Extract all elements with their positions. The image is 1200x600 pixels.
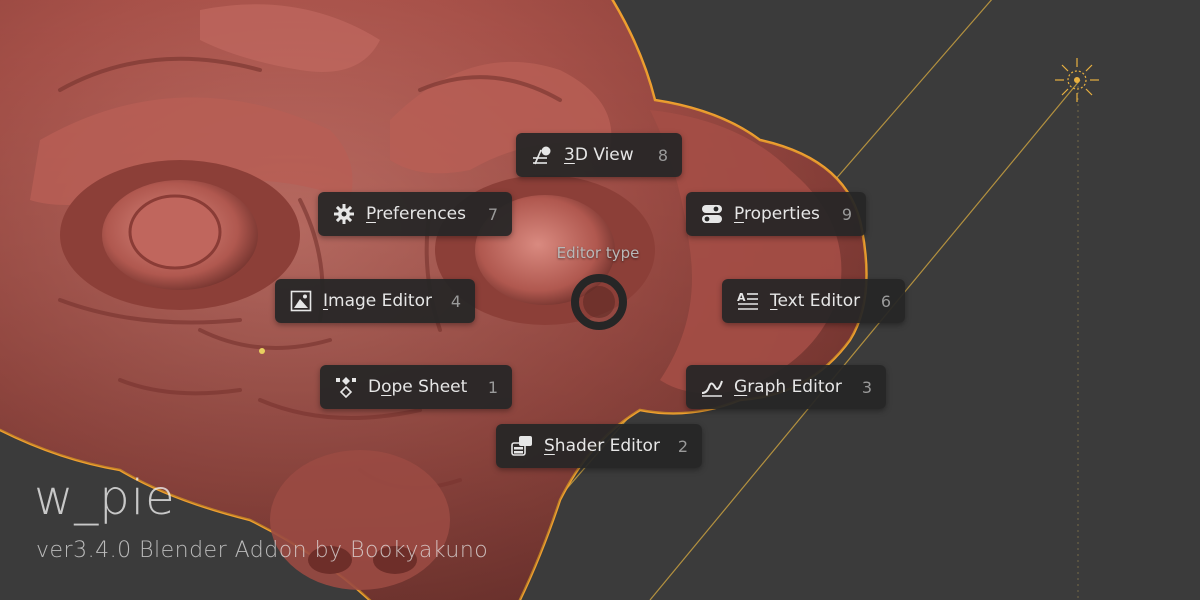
pie-item-3d-view-label: D View — [574, 145, 634, 165]
pie-item-shader-editor-underline: S — [544, 436, 555, 456]
pie-item-dope-sheet-prefix: D — [368, 377, 382, 397]
pie-item-dope-sheet-underline: o — [381, 377, 392, 397]
pie-item-dope-sheet[interactable]: Dope Sheet 1 — [320, 365, 512, 409]
pie-item-3d-view-underline: 3 — [564, 145, 575, 165]
pie-item-properties-underline: P — [734, 204, 744, 224]
pie-item-shader-editor-number: 2 — [677, 436, 688, 456]
pie-item-text-editor-underline: T — [770, 291, 778, 311]
properties-icon — [700, 202, 724, 226]
pie-item-text-editor[interactable]: A Text Editor 6 — [722, 279, 905, 323]
pie-item-graph-editor-underline: G — [734, 377, 748, 397]
pie-item-preferences-number: 7 — [487, 204, 498, 224]
pie-item-preferences[interactable]: Preferences 7 — [318, 192, 512, 236]
pie-center-indicator — [571, 274, 627, 330]
3d-viewport[interactable]: Editor type 3D View 8 Preferences 7 Prop… — [0, 0, 1200, 600]
pie-item-graph-editor-number: 3 — [861, 377, 872, 397]
pie-item-preferences-underline: P — [366, 204, 376, 224]
image-icon — [289, 289, 313, 313]
watermark-subtitle: ver3.4.0 Blender Addon by Bookyakuno — [36, 538, 489, 563]
svg-text:A: A — [737, 291, 746, 304]
pie-menu-title: Editor type — [556, 244, 640, 262]
pie-item-properties-number: 9 — [841, 204, 852, 224]
pie-item-dope-sheet-label: pe Sheet — [391, 377, 468, 397]
pie-item-3d-view-number: 8 — [657, 145, 668, 165]
shader-editor-icon — [510, 434, 534, 458]
pie-item-graph-editor[interactable]: Graph Editor 3 — [686, 365, 886, 409]
pie-item-text-editor-label: ext Editor — [777, 291, 861, 311]
pie-item-properties-label: roperties — [743, 204, 820, 224]
pie-item-graph-editor-label: raph Editor — [747, 377, 842, 397]
pie-item-shader-editor-label: hader Editor — [554, 436, 660, 456]
3d-view-icon — [530, 143, 554, 167]
pie-item-text-editor-number: 6 — [880, 291, 891, 311]
dope-sheet-icon — [334, 375, 358, 399]
graph-editor-icon — [700, 375, 724, 399]
pie-item-shader-editor[interactable]: Shader Editor 2 — [496, 424, 702, 468]
watermark-title: w_pie — [34, 470, 176, 526]
light-gizmo-icon[interactable] — [1055, 58, 1099, 102]
pie-item-image-editor-label: mage Editor — [328, 291, 432, 311]
pie-item-dope-sheet-number: 1 — [487, 377, 498, 397]
text-editor-icon: A — [736, 289, 760, 313]
pie-item-image-editor[interactable]: Image Editor 4 — [275, 279, 475, 323]
gear-icon — [332, 202, 356, 226]
pie-item-3d-view[interactable]: 3D View 8 — [516, 133, 682, 177]
pie-item-preferences-label: references — [375, 204, 466, 224]
pie-item-properties[interactable]: Properties 9 — [686, 192, 866, 236]
pie-item-image-editor-number: 4 — [450, 291, 461, 311]
